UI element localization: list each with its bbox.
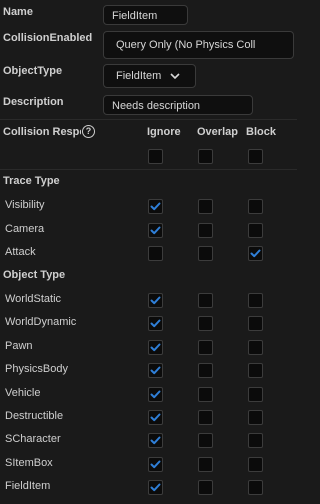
collision-enabled-label: CollisionEnabled: [3, 32, 93, 44]
overlap-checkbox[interactable]: [198, 433, 213, 449]
chevron-down-icon: [170, 73, 180, 80]
column-overlap: Overlap: [197, 126, 238, 138]
all-block-checkbox[interactable]: [248, 149, 263, 164]
checkmark-icon: [150, 460, 161, 468]
ignore-checkbox[interactable]: [148, 433, 163, 449]
overlap-checkbox[interactable]: [198, 410, 213, 425]
row-label: Camera: [5, 222, 45, 235]
overlap-checkbox[interactable]: [198, 363, 213, 379]
object-type-label: ObjectType: [3, 65, 63, 77]
block-checkbox[interactable]: [248, 246, 263, 261]
ignore-checkbox[interactable]: [148, 339, 163, 355]
block-checkbox[interactable]: [248, 363, 263, 379]
checkmark-icon: [150, 413, 161, 422]
ignore-checkbox[interactable]: [148, 199, 163, 214]
overlap-checkbox[interactable]: [198, 480, 213, 496]
row-label: Pawn: [5, 339, 33, 352]
block-checkbox[interactable]: [248, 433, 263, 449]
row-label: Destructible: [5, 410, 64, 422]
separator: [0, 119, 297, 120]
overlap-checkbox[interactable]: [198, 293, 213, 308]
ignore-checkbox[interactable]: [148, 316, 163, 332]
row-label: SItemBox: [5, 456, 53, 469]
block-checkbox[interactable]: [248, 480, 263, 496]
object-type-value: FieldItem: [116, 70, 162, 82]
block-checkbox[interactable]: [248, 410, 263, 425]
overlap-checkbox[interactable]: [198, 456, 213, 472]
name-field[interactable]: FieldItem: [103, 5, 188, 25]
all-ignore-checkbox[interactable]: [148, 149, 163, 164]
row-label: WorldStatic: [5, 293, 62, 305]
overlap-checkbox[interactable]: [198, 339, 213, 355]
row-label: PhysicsBody: [5, 363, 68, 376]
row-label: WorldDynamic: [5, 316, 77, 329]
row-label: Vehicle: [5, 386, 41, 399]
checkmark-icon: [150, 343, 161, 351]
column-ignore: Ignore: [147, 126, 181, 138]
ignore-checkbox[interactable]: [148, 222, 163, 238]
checkmark-icon: [150, 390, 161, 398]
checkmark-icon: [150, 296, 161, 305]
overlap-checkbox[interactable]: [198, 316, 213, 332]
block-checkbox[interactable]: [248, 386, 263, 402]
block-checkbox[interactable]: [248, 222, 263, 238]
checkmark-icon: [250, 249, 261, 258]
ignore-checkbox[interactable]: [148, 386, 163, 402]
overlap-checkbox[interactable]: [198, 222, 213, 238]
checkmark-icon: [150, 436, 161, 445]
overlap-checkbox[interactable]: [198, 199, 213, 214]
name-label: Name: [3, 6, 33, 18]
row-label: SCharacter: [5, 433, 61, 446]
block-checkbox[interactable]: [248, 199, 263, 214]
ignore-checkbox[interactable]: [148, 363, 163, 379]
overlap-checkbox[interactable]: [198, 246, 213, 261]
help-circle-icon[interactable]: ?: [82, 125, 95, 138]
checkmark-icon: [150, 226, 161, 234]
checkmark-icon: [150, 319, 161, 328]
block-checkbox[interactable]: [248, 339, 263, 355]
block-checkbox[interactable]: [248, 316, 263, 332]
description-label: Description: [3, 96, 64, 108]
trace-type-header: Trace Type: [3, 175, 60, 187]
block-checkbox[interactable]: [248, 456, 263, 472]
all-overlap-checkbox[interactable]: [198, 149, 213, 164]
checkmark-icon: [150, 366, 161, 375]
ignore-checkbox[interactable]: [148, 246, 163, 261]
ignore-checkbox[interactable]: [148, 410, 163, 425]
ignore-checkbox[interactable]: [148, 480, 163, 496]
object-type-dropdown[interactable]: FieldItem: [103, 64, 196, 88]
row-label: FieldItem: [5, 480, 51, 493]
column-block: Block: [246, 126, 276, 138]
collision-enabled-dropdown[interactable]: Query Only (No Physics Coll: [103, 31, 294, 59]
description-field[interactable]: Needs description: [103, 95, 253, 115]
ignore-checkbox[interactable]: [148, 456, 163, 472]
block-checkbox[interactable]: [248, 293, 263, 308]
overlap-checkbox[interactable]: [198, 386, 213, 402]
row-label: Visibility: [5, 199, 45, 211]
row-label: Attack: [5, 246, 36, 258]
checkmark-icon: [150, 202, 161, 211]
object-type-header: Object Type: [3, 269, 66, 281]
checkmark-icon: [150, 483, 161, 492]
collision-enabled-value: Query Only (No Physics Coll: [116, 39, 256, 51]
collision-responses-label: Collision Respo: [3, 126, 81, 138]
separator: [0, 169, 297, 170]
ignore-checkbox[interactable]: [148, 293, 163, 308]
